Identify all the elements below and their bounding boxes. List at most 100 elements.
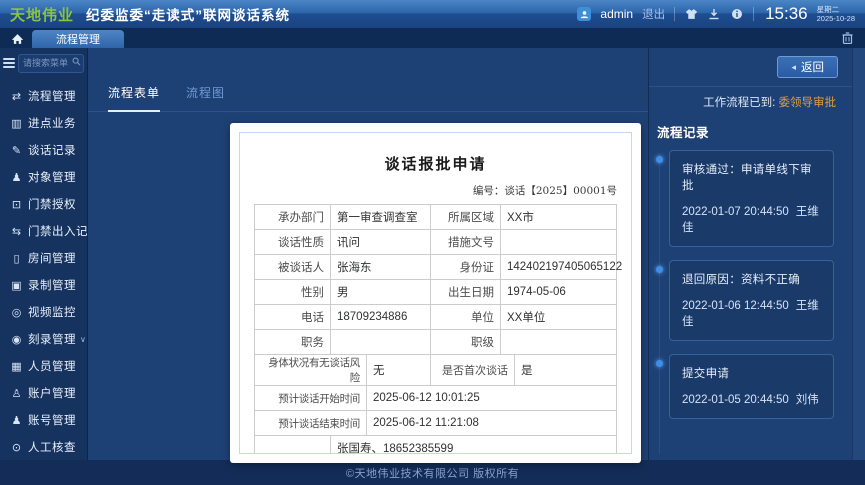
- divider: [753, 7, 754, 21]
- timeline-card: 审核通过：申请单线下审批 2022-01-07 20:44:50王维佳: [669, 150, 834, 247]
- sidebar-item-room-management[interactable]: ▯ 房间管理: [0, 245, 87, 272]
- clock-time: 15:36: [765, 4, 808, 24]
- sidebar-item-label: 录制管理: [28, 277, 76, 293]
- form-row: 被谈话人张海东身份证142402197405065122: [255, 255, 616, 280]
- sidebar-item-label: 刻录管理: [28, 331, 76, 347]
- form-label: 被谈话人: [255, 255, 331, 279]
- form-label: 措施文号: [431, 230, 501, 254]
- form-row: 预计谈话结束时间2025-06-12 11:21:08: [255, 411, 616, 436]
- info-icon[interactable]: [730, 7, 744, 21]
- sidebar: ⇄流程管理▥进点业务✎谈话记录♟对象管理⊡门禁授权⇆门禁出入记录 ▯ 房间管理 ▣ 录制…: [0, 48, 88, 460]
- form-value: 2025-06-12 11:21:08: [367, 411, 616, 435]
- app-header: 天地伟业 纪委监委“走读式”联网谈话系统 admin 退出 15:36 星期二 …: [0, 0, 865, 28]
- clock-date: 2025-10-28: [817, 14, 855, 23]
- form-value: 张国寿、18652385599: [331, 436, 616, 454]
- form-value: [331, 330, 431, 354]
- form-label: 预计谈话结束时间: [255, 411, 367, 435]
- sidebar-item-label: 人工核查: [28, 439, 76, 455]
- timeline-item: 退回原因：资料不正确2022-01-06 12:44:50王维佳: [669, 260, 834, 341]
- form-label: 职务: [255, 330, 331, 354]
- form-value: 男: [331, 280, 431, 304]
- workflow-panel: ◂ 返回 工作流程已到: 委领导审批 流程记录 审核通过：申请单线下审批2022…: [648, 48, 865, 460]
- user-avatar-icon: [577, 7, 591, 21]
- tab-process-form[interactable]: 流程表单: [108, 84, 160, 112]
- form-label: 身份证: [431, 255, 501, 279]
- subject-management-icon: ♟: [9, 171, 24, 184]
- sidebar-item-disc-burn-management[interactable]: ◉刻录管理∨: [0, 326, 87, 353]
- form-value: 1974-05-06: [501, 280, 616, 304]
- form-row: 谈话性质讯问措施文号: [255, 230, 616, 255]
- sidebar-item-door-access-auth[interactable]: ⊡门禁授权: [0, 191, 87, 218]
- sidebar-item-account-number-management[interactable]: ♟账号管理: [0, 407, 87, 434]
- back-button[interactable]: ◂ 返回: [777, 56, 838, 78]
- room-management-icon: ▯: [9, 252, 24, 265]
- download-icon[interactable]: [707, 7, 721, 21]
- form-value: 18709234886: [331, 305, 431, 329]
- door-access-auth-icon: ⊡: [9, 198, 24, 211]
- form-number: 编号：谈话【2025】00001号: [254, 183, 617, 198]
- copyright-text: ©天地伟业技术有限公司 版权所有: [346, 465, 519, 481]
- sidebar-item-account-management[interactable]: ♙账户管理: [0, 380, 87, 407]
- timeline-time: 2022-01-07 20:44:50王维佳: [682, 203, 821, 235]
- form-label: 是否首次谈话: [431, 355, 515, 385]
- sidebar-item-personnel-management[interactable]: ▦人员管理: [0, 353, 87, 380]
- back-arrow-icon: ◂: [791, 62, 796, 73]
- sidebar-item-label: 人员管理: [28, 358, 76, 374]
- timeline-dot-icon: [656, 360, 663, 367]
- brand-logo: 天地伟业: [10, 4, 74, 25]
- account-number-management-icon: ♟: [9, 414, 24, 427]
- theme-skin-icon[interactable]: [684, 7, 698, 21]
- form-row: 承办部门第一审查调查室所属区域XX市: [255, 205, 616, 230]
- form-label: 性别: [255, 280, 331, 304]
- form-label: 身体状况有无谈话风险: [255, 355, 367, 385]
- sidebar-item-label: 房间管理: [28, 250, 76, 266]
- sidebar-item-label: 进点业务: [28, 115, 76, 131]
- form-label: 谈话性质: [255, 230, 331, 254]
- form-value: XX市: [501, 205, 616, 229]
- manual-check-icon: ⊙: [9, 441, 24, 454]
- sidebar-item-recording-management[interactable]: ▣ 录制管理: [0, 272, 87, 299]
- clear-tabs-trash-icon[interactable]: [842, 32, 853, 44]
- window-tab-process-management[interactable]: 流程管理: [32, 30, 124, 48]
- form-label: 所属区域: [431, 205, 501, 229]
- search-icon: [72, 57, 81, 66]
- timeline-card: 退回原因：资料不正确2022-01-06 12:44:50王维佳: [669, 260, 834, 341]
- form-row: 电话18709234886单位XX单位: [255, 305, 616, 330]
- form-label: 单位: [431, 305, 501, 329]
- video-monitor-icon: ◎: [9, 306, 24, 319]
- scrollbar[interactable]: [852, 48, 865, 460]
- disc-burn-management-icon: ◉: [9, 333, 24, 346]
- sidebar-item-process-management[interactable]: ⇄流程管理: [0, 83, 87, 110]
- logout-button[interactable]: 退出: [642, 6, 665, 22]
- sidebar-item-label: 账户管理: [28, 385, 76, 401]
- sidebar-item-label: 谈话记录: [28, 142, 76, 158]
- form-row: 谈话人员张国寿、18652385599徐书海、13856985887: [255, 436, 616, 454]
- timeline-list: 审核通过：申请单线下审批 2022-01-07 20:44:50王维佳退回原因：资…: [657, 150, 852, 460]
- sidebar-item-entry-business[interactable]: ▥进点业务: [0, 110, 87, 137]
- sidebar-item-door-access-logs[interactable]: ⇆门禁出入记录: [0, 218, 87, 245]
- system-title: 纪委监委“走读式”联网谈话系统: [86, 4, 290, 24]
- form-value: [501, 230, 616, 254]
- timeline-dot-icon: [656, 266, 663, 273]
- form-tabs: 流程表单 流程图: [88, 84, 648, 112]
- timeline-text: 审核通过：申请单线下审批: [682, 161, 821, 193]
- sidebar-item-label: 视频监控: [28, 304, 76, 320]
- form-multi-values: 张国寿、18652385599徐书海、13856985887: [331, 436, 616, 454]
- form-label: 电话: [255, 305, 331, 329]
- sidebar-item-subject-management[interactable]: ♟对象管理: [0, 164, 87, 191]
- form-row: 职务职级: [255, 330, 616, 355]
- process-records-title: 流程记录: [649, 110, 865, 150]
- window-tab-bar: 流程管理: [0, 28, 865, 48]
- sidebar-item-video-monitor[interactable]: ◎ 视频监控: [0, 299, 87, 326]
- divider: [674, 7, 675, 21]
- recording-management-icon: ▣: [9, 279, 24, 292]
- form-value: 第一审查调查室: [331, 205, 431, 229]
- sidebar-item-manual-check[interactable]: ⊙ 人工核查: [0, 434, 87, 461]
- tab-process-diagram[interactable]: 流程图: [186, 84, 225, 111]
- timeline-time: 2022-01-06 12:44:50王维佳: [682, 297, 821, 329]
- sidebar-item-talk-records[interactable]: ✎谈话记录: [0, 137, 87, 164]
- home-icon[interactable]: [6, 30, 28, 48]
- sidebar-item-label: 门禁出入记录: [28, 223, 87, 239]
- collapse-menu-icon[interactable]: [3, 58, 15, 68]
- timeline-card: 提交申请2022-01-05 20:44:50刘伟: [669, 354, 834, 419]
